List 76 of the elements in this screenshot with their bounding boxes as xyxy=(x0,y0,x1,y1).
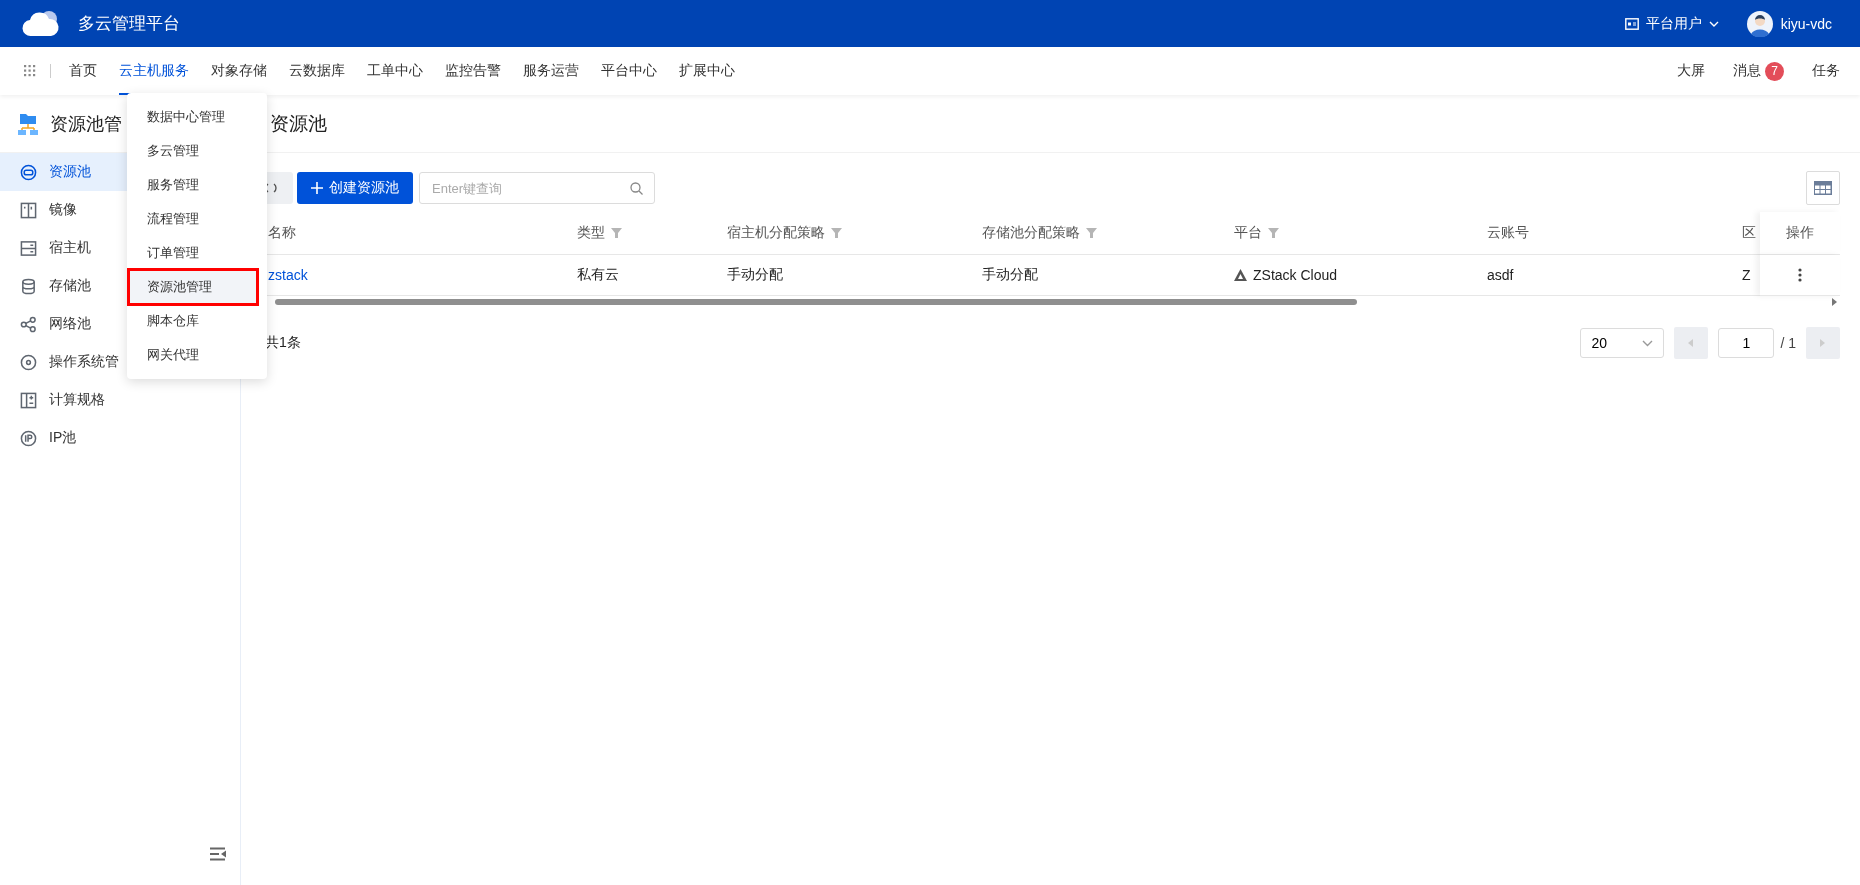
disc-icon xyxy=(20,353,37,371)
table-cell: ZStack Cloud xyxy=(1253,267,1338,283)
sidebar-item[interactable]: IP池 xyxy=(0,419,240,457)
total-pages: / 1 xyxy=(1780,335,1796,351)
collapse-sidebar-icon[interactable] xyxy=(210,847,226,861)
page-size-select[interactable]: 20 xyxy=(1580,328,1665,358)
filter-icon[interactable] xyxy=(831,228,842,238)
column-header: 名称 xyxy=(268,224,296,242)
search-field[interactable]: Enter键查询 xyxy=(419,172,655,204)
filter-icon[interactable] xyxy=(1086,228,1097,238)
search-icon xyxy=(630,182,643,195)
role-menu[interactable]: 平台用户 xyxy=(1624,14,1719,33)
table-cell: asdf xyxy=(1487,267,1514,283)
hierarchy-icon xyxy=(16,111,40,136)
avatar-icon[interactable] xyxy=(1746,10,1773,37)
cloud-logo-icon xyxy=(22,8,60,39)
nav-tab[interactable]: 平台中心 xyxy=(601,47,657,95)
nav-link[interactable]: 消息 xyxy=(1733,62,1761,80)
page-input[interactable]: 1 xyxy=(1718,328,1775,358)
next-page-button[interactable] xyxy=(1806,327,1840,359)
table-cell: Z xyxy=(1742,267,1751,283)
nav-tab[interactable]: 服务运营 xyxy=(523,47,579,95)
share-icon xyxy=(20,315,37,333)
chevron-down-icon xyxy=(1708,20,1719,27)
nav-tab[interactable]: 扩展中心 xyxy=(679,47,735,95)
count-badge: 7 xyxy=(1765,61,1784,81)
database-icon xyxy=(20,277,37,295)
column-header: 平台 xyxy=(1234,224,1262,242)
menu-item[interactable]: 脚本仓库 xyxy=(127,304,267,338)
menu-item[interactable]: 订单管理 xyxy=(127,236,267,270)
caret-right-icon xyxy=(1820,339,1826,347)
column-header: 宿主机分配策略 xyxy=(727,224,825,242)
menu-item[interactable]: 流程管理 xyxy=(127,202,267,236)
table-cell: 手动分配 xyxy=(727,266,783,284)
id-card-icon xyxy=(1624,17,1639,30)
server-icon xyxy=(20,239,37,257)
menu-item[interactable]: 资源池管理 xyxy=(127,268,259,306)
create-button[interactable]: 创建资源池 xyxy=(297,172,413,204)
more-icon[interactable] xyxy=(1798,268,1802,282)
table-cell: 私有云 xyxy=(577,266,619,284)
caret-left-icon xyxy=(1688,339,1695,347)
nav-tab[interactable]: 云数据库 xyxy=(289,47,345,95)
sidebar-item[interactable]: 计算规格 xyxy=(0,381,240,419)
filter-icon[interactable] xyxy=(1268,228,1279,238)
column-header: 类型 xyxy=(577,224,605,242)
nav-tab[interactable]: 首页 xyxy=(69,47,97,95)
table-icon xyxy=(1814,181,1832,195)
username[interactable]: kiyu-vdc xyxy=(1780,15,1832,32)
ip-icon xyxy=(20,429,37,447)
sidebar-title: 资源池管 xyxy=(50,112,122,136)
app-title: 多云管理平台 xyxy=(78,13,180,35)
menu-item[interactable]: 网关代理 xyxy=(127,338,267,372)
image-icon xyxy=(20,201,37,219)
filter-icon[interactable] xyxy=(611,228,622,238)
plus-icon xyxy=(311,182,323,194)
nav-link[interactable]: 任务 xyxy=(1812,62,1840,80)
refresh-icon xyxy=(264,181,278,195)
pool-icon xyxy=(20,163,37,181)
column-header: 存储池分配策略 xyxy=(982,224,1080,242)
column-header: 云账号 xyxy=(1487,224,1529,242)
apps-grid-icon[interactable] xyxy=(24,65,36,77)
menu-item[interactable]: 数据中心管理 xyxy=(127,100,267,134)
spec-icon xyxy=(20,391,37,409)
nav-tab[interactable]: 对象存储 xyxy=(211,47,267,95)
nav-tab[interactable]: 监控告警 xyxy=(445,47,501,95)
chevron-down-icon xyxy=(1642,339,1654,347)
column-header: 区 xyxy=(1742,224,1756,242)
column-header: 操作 xyxy=(1786,224,1814,242)
previous-page-button[interactable] xyxy=(1674,327,1709,359)
nav-link[interactable]: 大屏 xyxy=(1677,62,1705,80)
resource-link[interactable]: zstack xyxy=(268,267,308,283)
column-settings-button[interactable] xyxy=(1806,171,1840,205)
page-title: 资源池 xyxy=(270,111,327,136)
platform-icon xyxy=(1234,269,1247,281)
table-cell: 手动分配 xyxy=(982,266,1038,284)
nav-tab[interactable]: 工单中心 xyxy=(367,47,423,95)
